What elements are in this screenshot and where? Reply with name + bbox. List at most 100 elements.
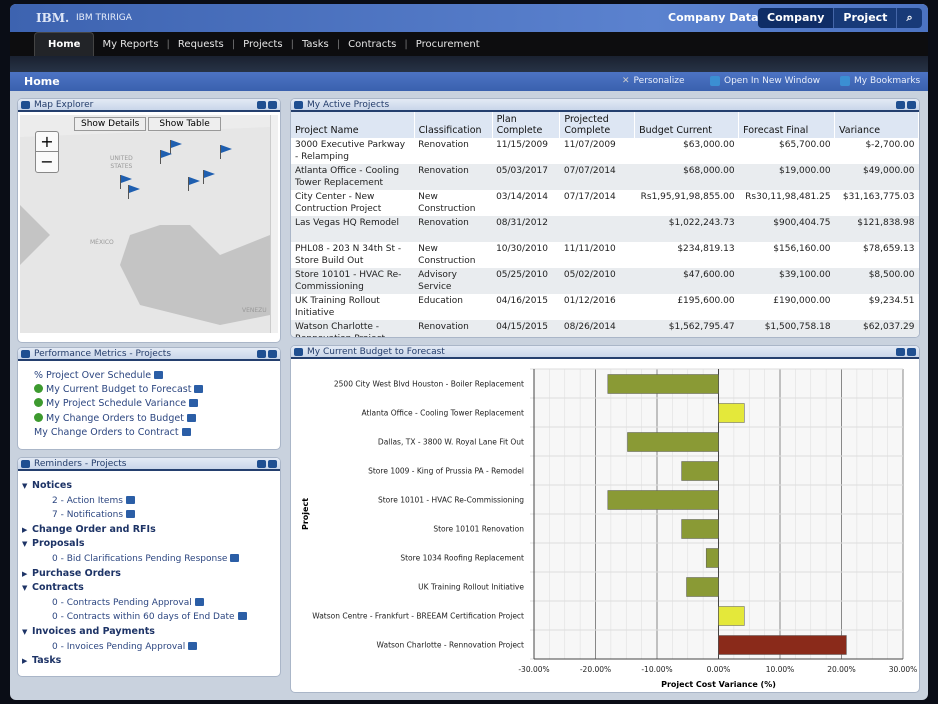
nav-tab-my-reports[interactable]: My Reports (94, 39, 166, 50)
table-cell[interactable]: 3000 Executive Parkway - Relamping (291, 138, 414, 164)
map-label: UNITED (110, 155, 133, 162)
table-row[interactable]: 3000 Executive Parkway - Relamping Renova… (291, 138, 919, 164)
metric-link[interactable]: My Current Budget to Forecast (34, 383, 280, 397)
minimize-icon[interactable] (257, 460, 266, 468)
table-row[interactable]: City Center - New Contruction Project New… (291, 190, 919, 216)
open-report-icon[interactable] (154, 371, 164, 379)
minimize-icon[interactable] (257, 350, 266, 358)
table-cell: New Construction (418, 192, 476, 214)
reminder-item[interactable]: 7 - Notifications (18, 508, 280, 523)
show-details-button[interactable]: Show Details (74, 117, 147, 131)
caret-right-icon[interactable]: ▶ (18, 654, 32, 669)
column-header[interactable]: Classification (414, 112, 493, 138)
metrics-list: % Project Over Schedule My Current Budget… (18, 361, 280, 440)
reminder-group[interactable]: ▶ Change Order and RFIs (18, 523, 280, 538)
project-flag-icon[interactable] (128, 185, 140, 199)
table-cell[interactable]: City Center - New Contruction Project (291, 190, 414, 216)
reminder-group[interactable]: ▶ Tasks (18, 654, 280, 669)
caret-down-icon[interactable]: ▼ (18, 479, 32, 494)
table-row[interactable]: Store 10101 - HVAC Re-Commissioning Advis… (291, 268, 919, 294)
project-flag-icon[interactable] (220, 145, 232, 159)
minimize-icon[interactable] (896, 348, 905, 356)
column-header[interactable]: Projected Complete (559, 112, 636, 138)
project-flag-icon[interactable] (188, 177, 200, 191)
column-header[interactable]: Variance (834, 112, 919, 138)
group-label: Change Order and RFIs (32, 523, 156, 535)
open-report-icon[interactable] (237, 612, 247, 621)
reminder-group[interactable]: ▼ Contracts (18, 581, 280, 596)
menu-icon[interactable] (907, 101, 916, 109)
nav-tab-contracts[interactable]: Contracts (340, 39, 404, 50)
open-new-window-link[interactable]: Open In New Window (710, 76, 820, 86)
nav-tab-projects[interactable]: Projects (235, 39, 290, 50)
minimize-icon[interactable] (257, 101, 266, 109)
reminder-group[interactable]: ▶ Purchase Orders (18, 567, 280, 582)
open-report-icon[interactable] (186, 413, 196, 422)
show-table-button[interactable]: Show Table (148, 117, 221, 131)
company-button[interactable]: Company (758, 8, 835, 28)
open-report-icon[interactable] (181, 427, 191, 436)
table-cell[interactable]: PHL08 - 203 N 34th St - Store Build Out (291, 242, 414, 268)
reminder-item[interactable]: 2 - Action Items (18, 494, 280, 509)
table-row[interactable]: Atlanta Office - Cooling Tower Replaceme… (291, 164, 919, 190)
column-header[interactable]: Project Name (291, 112, 415, 138)
caret-down-icon[interactable]: ▼ (18, 625, 32, 640)
caret-right-icon[interactable]: ▶ (18, 523, 32, 538)
bookmarks-link[interactable]: My Bookmarks (840, 76, 920, 86)
reminder-item[interactable]: 0 - Invoices Pending Approval (18, 640, 280, 655)
map[interactable]: UNITED STATES MÉXICO VENEZU Show Details … (20, 115, 270, 333)
open-report-icon[interactable] (230, 553, 240, 562)
open-report-icon[interactable] (125, 495, 135, 504)
table-row[interactable]: Las Vegas HQ Remodel Renovation 08/31/2012… (291, 216, 919, 242)
tools-icon: ✕ (622, 76, 630, 86)
metric-link[interactable]: % Project Over Schedule (34, 369, 280, 383)
menu-icon[interactable] (268, 460, 277, 468)
nav-tab-tasks[interactable]: Tasks (294, 39, 337, 50)
table-cell[interactable]: Atlanta Office - Cooling Tower Replaceme… (291, 164, 415, 190)
column-header[interactable]: Plan Complete (492, 112, 561, 138)
column-header[interactable]: Forecast Final (738, 112, 836, 138)
open-report-icon[interactable] (188, 641, 198, 650)
reminder-group[interactable]: ▼ Notices (18, 479, 280, 494)
caret-right-icon[interactable]: ▶ (18, 567, 32, 582)
minimize-icon[interactable] (896, 101, 905, 109)
search-icon[interactable]: ⌕ (897, 8, 921, 28)
metric-link[interactable]: My Change Orders to Contract (34, 426, 280, 440)
project-flag-icon[interactable] (203, 170, 215, 184)
reminder-group[interactable]: ▼ Proposals (18, 537, 280, 552)
table-row[interactable]: PHL08 - 203 N 34th St - Store Build Out N… (291, 242, 919, 268)
table-cell: $1,562,795.47 (634, 320, 739, 337)
open-report-icon[interactable] (194, 385, 204, 394)
open-report-icon[interactable] (189, 399, 199, 408)
project-flag-icon[interactable] (160, 150, 172, 164)
project-button[interactable]: Project (834, 8, 898, 28)
menu-icon[interactable] (268, 101, 277, 109)
table-cell[interactable]: Watson Charlotte - Rennovation Project (291, 320, 415, 337)
table-cell[interactable]: UK Training Rollout Initiative (291, 294, 414, 320)
personalize-link[interactable]: ✕ Personalize (622, 76, 685, 86)
caret-down-icon[interactable]: ▼ (18, 537, 32, 552)
table-cell[interactable]: Las Vegas HQ Remodel (291, 216, 415, 242)
menu-icon[interactable] (907, 348, 916, 356)
nav-tab-requests[interactable]: Requests (170, 39, 232, 50)
open-report-icon[interactable] (126, 510, 136, 519)
open-report-icon[interactable] (194, 597, 204, 606)
zoom-in-button[interactable]: + (36, 132, 58, 152)
metric-link[interactable]: My Project Schedule Variance (34, 397, 280, 411)
zoom-out-button[interactable]: − (36, 152, 58, 171)
nav-tab-procurement[interactable]: Procurement (408, 39, 488, 50)
nav-tab-home[interactable]: Home (34, 32, 95, 56)
table-cell[interactable]: Store 10101 - HVAC Re-Commissioning (291, 268, 415, 294)
column-header[interactable]: Budget Current (634, 112, 740, 138)
reminder-item[interactable]: 0 - Contracts Pending Approval (18, 596, 280, 611)
table-row[interactable]: UK Training Rollout Initiative Education 0… (291, 294, 919, 320)
budget-forecast-panel: My Current Budget to Forecast 2500 City … (290, 345, 920, 693)
map-scrollbar[interactable] (270, 115, 278, 333)
caret-down-icon[interactable]: ▼ (18, 581, 32, 596)
reminder-group[interactable]: ▼ Invoices and Payments (18, 625, 280, 640)
reminder-item[interactable]: 0 - Contracts within 60 days of End Date (18, 610, 280, 625)
table-row[interactable]: Watson Charlotte - Rennovation ProjectRe… (291, 320, 919, 337)
metric-link[interactable]: My Change Orders to Budget (34, 412, 280, 426)
menu-icon[interactable] (268, 350, 277, 358)
reminder-item[interactable]: 0 - Bid Clarifications Pending Response (18, 552, 280, 567)
